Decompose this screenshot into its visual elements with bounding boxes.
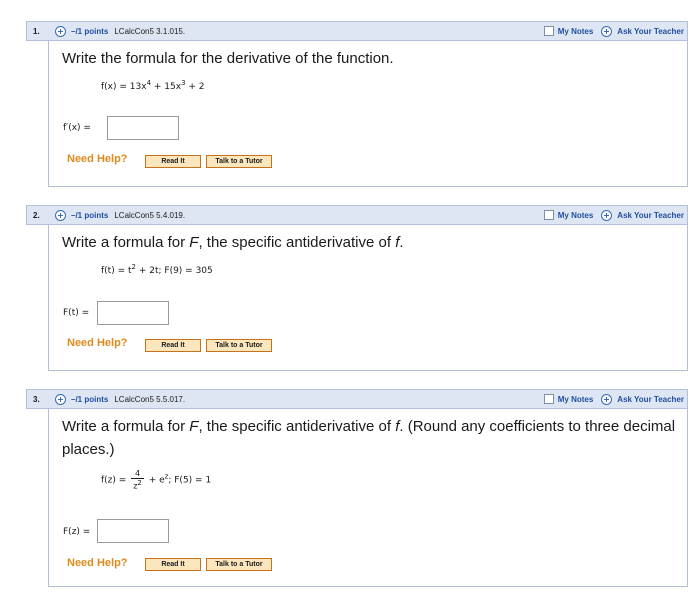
ask-teacher-label: Ask Your Teacher — [617, 394, 684, 404]
notes-checkbox-icon[interactable] — [543, 26, 554, 36]
ask-teacher-link[interactable]: Ask Your Teacher — [601, 393, 684, 405]
read-it-button[interactable]: Read It — [145, 558, 201, 571]
talk-to-tutor-button[interactable]: Talk to a Tutor — [206, 339, 272, 352]
plus-circle-icon — [601, 393, 613, 405]
plus-circle-icon[interactable] — [55, 393, 66, 405]
question-header: 3. –/1 points LCalcCon5 5.5.017. My Note… — [26, 389, 688, 409]
question-body: Write the formula for the derivative of … — [48, 41, 688, 187]
ask-teacher-link[interactable]: Ask Your Teacher — [601, 25, 684, 37]
question-body: Write a formula for F, the specific anti… — [48, 409, 688, 587]
ask-teacher-label: Ask Your Teacher — [617, 210, 684, 220]
answer-label: F(t) = — [63, 308, 90, 318]
need-help-label: Need Help? — [67, 153, 128, 165]
question-prompt: Write the formula for the derivative of … — [62, 50, 394, 67]
function-formula: f(z) = 4 z2 + ez; F(5) = 1 — [101, 469, 212, 491]
answer-input[interactable] — [97, 301, 169, 325]
question-reference: LCalcCon5 3.1.015. — [114, 26, 186, 36]
plus-circle-icon[interactable] — [55, 209, 66, 221]
question-header: 1. –/1 points LCalcCon5 3.1.015. My Note… — [26, 21, 688, 41]
question-3: 3. –/1 points LCalcCon5 5.5.017. My Note… — [26, 389, 688, 587]
question-reference: LCalcCon5 5.4.019. — [114, 210, 186, 220]
my-notes-link[interactable]: My Notes — [558, 395, 594, 404]
answer-input[interactable] — [107, 116, 179, 140]
function-formula: f(x) = 13x4 + 15x3 + 2 — [101, 79, 205, 92]
my-notes-link[interactable]: My Notes — [558, 27, 594, 36]
question-1: 1. –/1 points LCalcCon5 3.1.015. My Note… — [26, 21, 688, 187]
header-tools: My Notes Ask Your Teacher — [543, 22, 684, 40]
question-number: 3. — [33, 394, 40, 404]
talk-to-tutor-button[interactable]: Talk to a Tutor — [206, 558, 272, 571]
function-formula: f(t) = t2 + 2t; F(9) = 305 — [101, 263, 213, 276]
ask-teacher-link[interactable]: Ask Your Teacher — [601, 209, 684, 221]
points-label: –/1 points — [71, 26, 109, 36]
question-header: 2. –/1 points LCalcCon5 5.4.019. My Note… — [26, 205, 688, 225]
points-label: –/1 points — [71, 394, 109, 404]
answer-label: F(z) = — [63, 527, 91, 537]
question-reference: LCalcCon5 5.5.017. — [114, 394, 186, 404]
notes-checkbox-icon[interactable] — [543, 210, 554, 220]
question-prompt: Write a formula for F, the specific anti… — [62, 418, 676, 458]
plus-circle-icon — [601, 25, 613, 37]
plus-circle-icon[interactable] — [55, 25, 66, 37]
my-notes-link[interactable]: My Notes — [558, 211, 594, 220]
plus-circle-icon — [601, 209, 613, 221]
question-prompt: Write a formula for F, the specific anti… — [62, 234, 404, 251]
ask-teacher-label: Ask Your Teacher — [617, 26, 684, 36]
read-it-button[interactable]: Read It — [145, 155, 201, 168]
need-help-label: Need Help? — [67, 557, 128, 569]
need-help-label: Need Help? — [67, 337, 128, 349]
fraction: 4 z2 — [131, 469, 144, 491]
talk-to-tutor-button[interactable]: Talk to a Tutor — [206, 155, 272, 168]
question-number: 2. — [33, 210, 40, 220]
read-it-button[interactable]: Read It — [145, 339, 201, 352]
header-tools: My Notes Ask Your Teacher — [543, 390, 684, 408]
question-2: 2. –/1 points LCalcCon5 5.4.019. My Note… — [26, 205, 688, 371]
notes-checkbox-icon[interactable] — [543, 394, 554, 404]
answer-label: f′(x) = — [63, 123, 91, 133]
question-body: Write a formula for F, the specific anti… — [48, 225, 688, 371]
points-label: –/1 points — [71, 210, 109, 220]
answer-input[interactable] — [97, 519, 169, 543]
header-tools: My Notes Ask Your Teacher — [543, 206, 684, 224]
question-number: 1. — [33, 26, 40, 36]
